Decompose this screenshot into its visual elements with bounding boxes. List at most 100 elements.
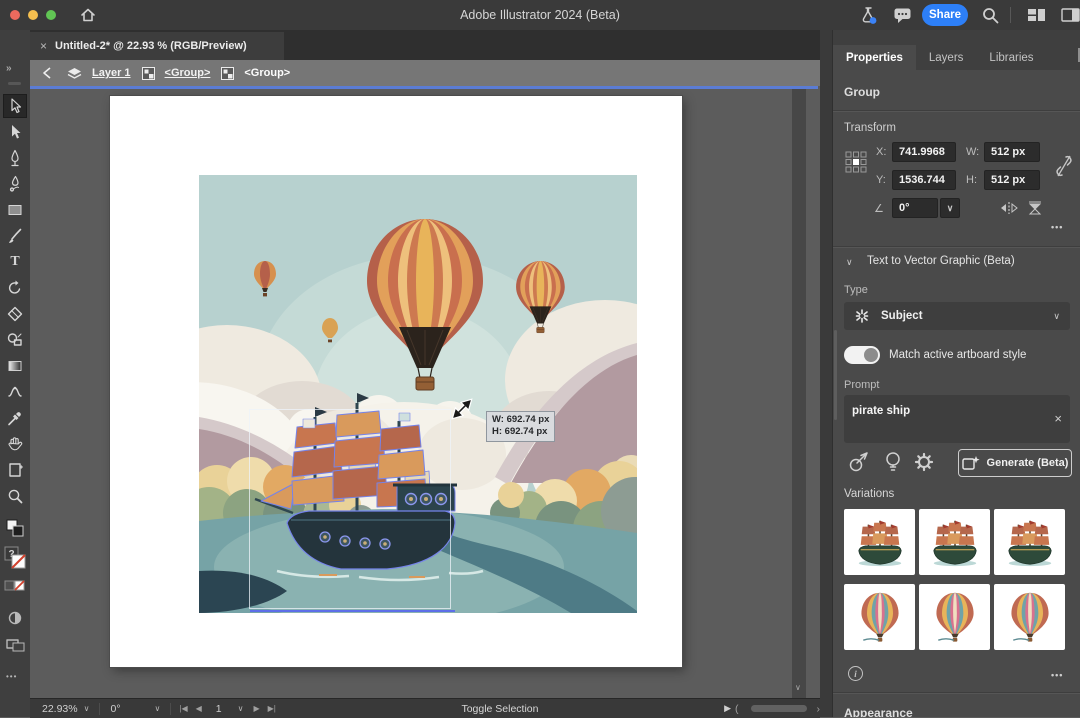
resize-cursor-icon (449, 398, 475, 420)
document-tab[interactable]: × Untitled-2* @ 22.93 % (RGB/Preview) (30, 32, 284, 60)
flip-horizontal-icon[interactable] (999, 200, 1019, 216)
fill-stroke-swatches[interactable] (3, 516, 27, 540)
variation-thumbnail-balloon-3[interactable] (994, 584, 1065, 650)
angle-icon: ∠ (874, 202, 884, 215)
info-icon[interactable]: i (848, 666, 863, 681)
share-button[interactable]: Share (922, 4, 968, 26)
gradient-tool[interactable] (3, 354, 27, 378)
type-tool[interactable]: T (3, 250, 27, 274)
flip-vertical-icon[interactable] (1027, 200, 1043, 216)
artboard-tool[interactable] (3, 458, 27, 482)
canvas-area[interactable]: W: 692.74 px H: 692.74 px ∨ (30, 89, 806, 698)
variation-thumbnail-balloon-2[interactable] (919, 584, 990, 650)
collapse-tools-icon[interactable]: » (6, 63, 12, 74)
suggestions-bulb-icon[interactable] (882, 450, 904, 475)
width-input[interactable]: 512 px (984, 142, 1040, 162)
horizontal-scrollbar-thumb[interactable] (751, 705, 807, 712)
width-tool[interactable] (3, 380, 27, 404)
first-artboard-icon: |◀ (179, 704, 187, 713)
tools-drag-handle[interactable] (8, 82, 21, 85)
variation-thumbnail-ship-1[interactable] (844, 509, 915, 575)
generation-settings-gear-icon[interactable] (913, 451, 935, 474)
y-input[interactable]: 1536.744 (892, 170, 956, 190)
properties-dock: Properties Layers Libraries Group Transf… (832, 30, 1080, 717)
back-arrow-icon[interactable] (40, 66, 56, 80)
curvature-tool[interactable] (3, 172, 27, 196)
more-options-icon[interactable]: ••• (1051, 222, 1063, 232)
height-input[interactable]: 512 px (984, 170, 1040, 190)
close-tab-icon[interactable]: × (40, 39, 47, 53)
status-display-select[interactable]: Toggle Selection (280, 703, 720, 715)
beta-flask-icon[interactable] (856, 4, 880, 26)
prompt-textarea[interactable]: pirate ship × (844, 395, 1070, 443)
generate-button[interactable]: Generate (Beta) (958, 449, 1072, 477)
screen-mode-icon[interactable] (3, 632, 27, 656)
rectangle-tool[interactable] (3, 198, 27, 222)
panel-more-options-icon[interactable]: ••• (1051, 670, 1063, 680)
rotation-dropdown[interactable]: ∨ (940, 198, 960, 218)
tab-layers[interactable]: Layers (916, 45, 977, 70)
h-label: H: (966, 174, 977, 186)
breadcrumb-layer[interactable]: Layer 1 (87, 67, 131, 79)
last-artboard-icon: ▶| (268, 704, 276, 713)
prompt-label: Prompt (844, 379, 879, 391)
variation-thumbnail-ship-2[interactable] (919, 509, 990, 575)
variation-thumbnail-ship-3[interactable] (994, 509, 1065, 575)
style-picker-icon[interactable] (847, 451, 871, 475)
pen-tool[interactable] (3, 146, 27, 170)
ttv-section-label[interactable]: Text to Vector Graphic (Beta) (867, 255, 1015, 267)
titlebar-divider (1010, 7, 1011, 23)
chevron-down-icon: ∨ (238, 704, 244, 713)
panel-layout-icon[interactable] (1058, 4, 1080, 26)
selection-tool[interactable] (3, 94, 27, 118)
y-label: Y: (876, 174, 886, 186)
tab-libraries[interactable]: Libraries (976, 45, 1046, 70)
search-icon[interactable] (978, 4, 1002, 26)
canvas-vertical-scrollbar[interactable] (792, 89, 806, 698)
clear-prompt-icon[interactable]: × (1054, 411, 1062, 426)
paintbrush-tool[interactable] (3, 224, 27, 248)
next-artboard-icon: ▶ (253, 704, 259, 713)
artboard-navigation[interactable]: |◀ ◀ 1 ∨ ▶ ▶| (175, 699, 279, 718)
zoom-tool[interactable] (3, 484, 27, 508)
match-style-label: Match active artboard style (889, 349, 1026, 361)
hand-tool[interactable] (3, 432, 27, 456)
section-chevron-icon[interactable]: ∨ (846, 257, 853, 268)
tooltip-width: W: 692.74 px (492, 414, 549, 426)
divider (833, 110, 1080, 112)
link-dimensions-icon[interactable] (1054, 152, 1074, 180)
variation-thumbnail-balloon-1[interactable] (844, 584, 915, 650)
status-bar: 22.93%∨ 0°∨ |◀ ◀ 1 ∨ ▶ ▶| Toggle Selecti… (30, 698, 820, 718)
x-input[interactable]: 741.9968 (892, 142, 956, 162)
selection-bounding-box[interactable] (249, 409, 451, 609)
stroke-none-swatch[interactable] (3, 578, 27, 596)
scroll-down-icon[interactable]: ∨ (795, 683, 801, 692)
edit-toolbar-icon[interactable]: ••• (6, 672, 17, 681)
eraser-tool[interactable] (3, 302, 27, 326)
group-thumb-icon-2 (220, 66, 235, 81)
zoom-level-select[interactable]: 22.93%∨ (42, 699, 95, 718)
divider (833, 692, 1080, 694)
shape-builder-tool[interactable] (3, 328, 27, 352)
panel-scrollbar-thumb[interactable] (834, 330, 837, 420)
direct-selection-tool[interactable] (3, 120, 27, 144)
match-style-toggle[interactable] (844, 346, 880, 364)
draw-mode-icon[interactable] (3, 606, 27, 630)
workspace-layout-icon[interactable] (1024, 4, 1048, 26)
status-paren: ( (735, 699, 739, 718)
rotate-tool[interactable] (3, 276, 27, 300)
type-value: Subject (881, 310, 1053, 322)
status-play-icon[interactable]: ▶ (720, 699, 735, 718)
rotation-select[interactable]: 0°∨ (104, 699, 166, 718)
app-title: Adobe Illustrator 2024 (Beta) (0, 0, 1080, 30)
reference-point-locator[interactable] (844, 150, 868, 174)
breadcrumb-group1[interactable]: <Group> (160, 67, 211, 79)
document-title: Untitled-2* @ 22.93 % (RGB/Preview) (55, 40, 247, 52)
fill-none-indicator[interactable]: ? (3, 544, 27, 572)
eyedropper-tool[interactable] (3, 406, 27, 430)
rotation-input[interactable]: 0° (892, 198, 938, 218)
comments-icon[interactable] (890, 4, 914, 26)
type-dropdown[interactable]: Subject ∨ (844, 302, 1070, 330)
dock-gap (820, 30, 832, 717)
tab-properties[interactable]: Properties (833, 45, 916, 70)
